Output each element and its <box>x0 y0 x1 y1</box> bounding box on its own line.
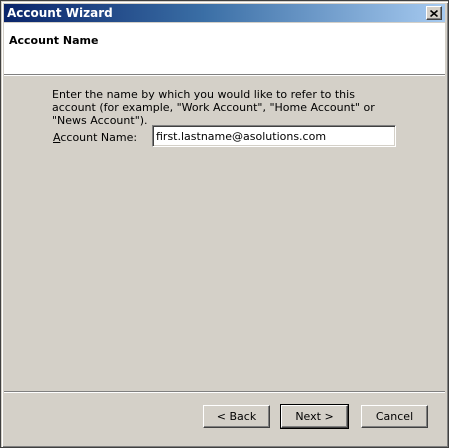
close-icon <box>430 9 438 17</box>
wizard-header: Account Name <box>4 23 445 74</box>
close-button[interactable] <box>426 6 442 20</box>
account-name-label: Account Name: <box>53 131 137 144</box>
page-title: Account Name <box>9 34 99 47</box>
title-bar[interactable]: Account Wizard <box>4 4 445 22</box>
account-name-input[interactable] <box>152 125 396 147</box>
window-title: Account Wizard <box>7 6 113 20</box>
account-name-label-text: ccount Name: <box>60 131 138 144</box>
cancel-button[interactable]: Cancel <box>361 405 428 428</box>
header-divider-highlight <box>4 75 445 76</box>
footer-divider-highlight <box>4 392 445 393</box>
instruction-text: Enter the name by which you would like t… <box>52 88 375 127</box>
next-button[interactable]: Next > <box>280 404 349 429</box>
account-wizard-window: Account Wizard Account Name Enter the na… <box>0 0 449 448</box>
back-button[interactable]: < Back <box>203 405 270 428</box>
